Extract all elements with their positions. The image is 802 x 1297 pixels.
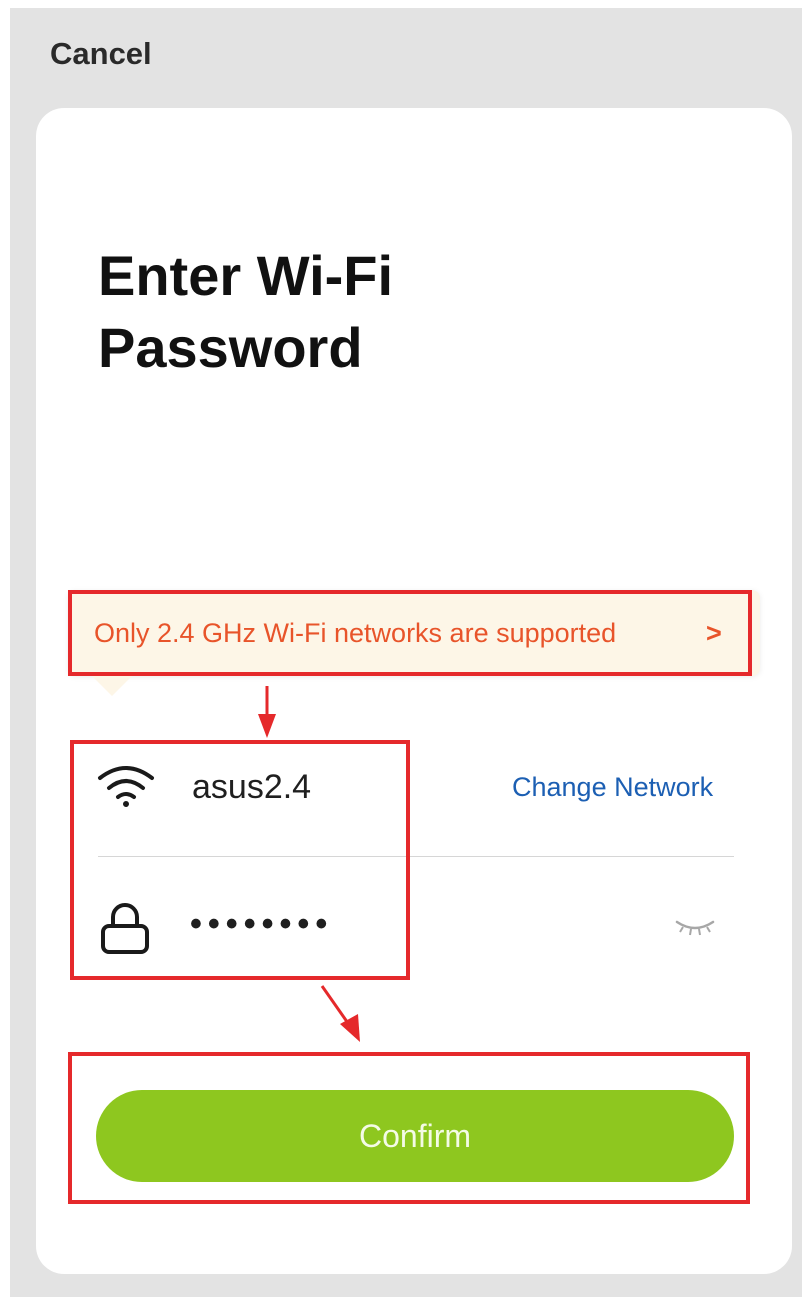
change-network-link[interactable]: Change Network: [512, 772, 713, 803]
notice-pointer: [92, 676, 132, 696]
cancel-button[interactable]: Cancel: [50, 36, 152, 72]
page-title: Enter Wi-Fi Password: [98, 240, 658, 384]
title-line-2: Password: [98, 316, 363, 379]
annotation-box-credentials: [70, 740, 410, 980]
annotation-box-confirm: [68, 1052, 750, 1204]
annotation-box-notice: [68, 590, 752, 676]
title-line-1: Enter Wi-Fi: [98, 244, 394, 307]
eye-closed-icon[interactable]: [674, 914, 716, 938]
annotation-arrow-down: [258, 686, 276, 738]
annotation-arrow-diagonal: [320, 985, 360, 1042]
